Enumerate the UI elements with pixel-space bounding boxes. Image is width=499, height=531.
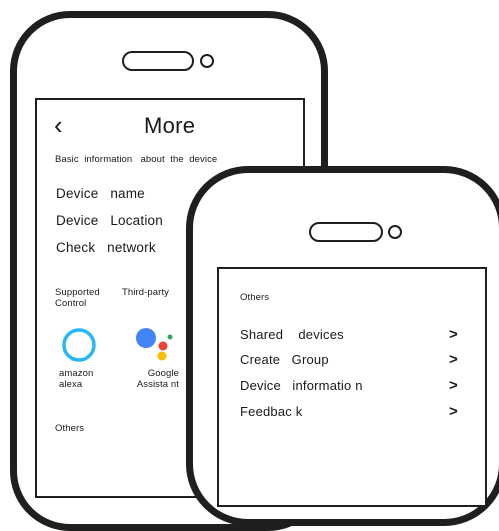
chevron-right-icon[interactable]: > xyxy=(449,327,458,343)
speaker-icon xyxy=(309,222,383,242)
back-chevron-icon[interactable]: ‹ xyxy=(54,112,63,138)
section-basic-info: Basic information about the device xyxy=(55,154,218,165)
section-supported-control: Supported Control xyxy=(55,287,100,309)
section-third-party: Third-party xyxy=(122,287,170,298)
google-assistant-icon[interactable] xyxy=(134,326,178,366)
alexa-label: amazon alexa xyxy=(59,368,94,390)
menu-item-shared-devices[interactable]: Shared devices xyxy=(240,327,344,343)
camera-icon xyxy=(388,225,402,239)
camera-icon xyxy=(200,54,214,68)
section-others-back: Others xyxy=(55,423,85,434)
chevron-right-icon[interactable]: > xyxy=(449,352,458,368)
chevron-right-icon[interactable]: > xyxy=(449,378,458,394)
section-others: Others xyxy=(240,292,270,303)
menu-item-device-location[interactable]: Device Location xyxy=(56,213,163,229)
menu-item-check-network[interactable]: Check network xyxy=(56,240,156,256)
page-title: More xyxy=(144,113,196,138)
google-assistant-label: Google Assista nt xyxy=(136,368,179,390)
menu-item-device-information[interactable]: Device informatio n xyxy=(240,378,363,394)
alexa-icon[interactable] xyxy=(60,326,98,364)
speaker-icon xyxy=(122,51,194,71)
menu-item-create-group[interactable]: Create Group xyxy=(240,352,329,368)
menu-item-feedback[interactable]: Feedbac k xyxy=(240,404,303,420)
chevron-right-icon[interactable]: > xyxy=(449,404,458,420)
menu-item-device-name[interactable]: Device name xyxy=(56,186,145,202)
